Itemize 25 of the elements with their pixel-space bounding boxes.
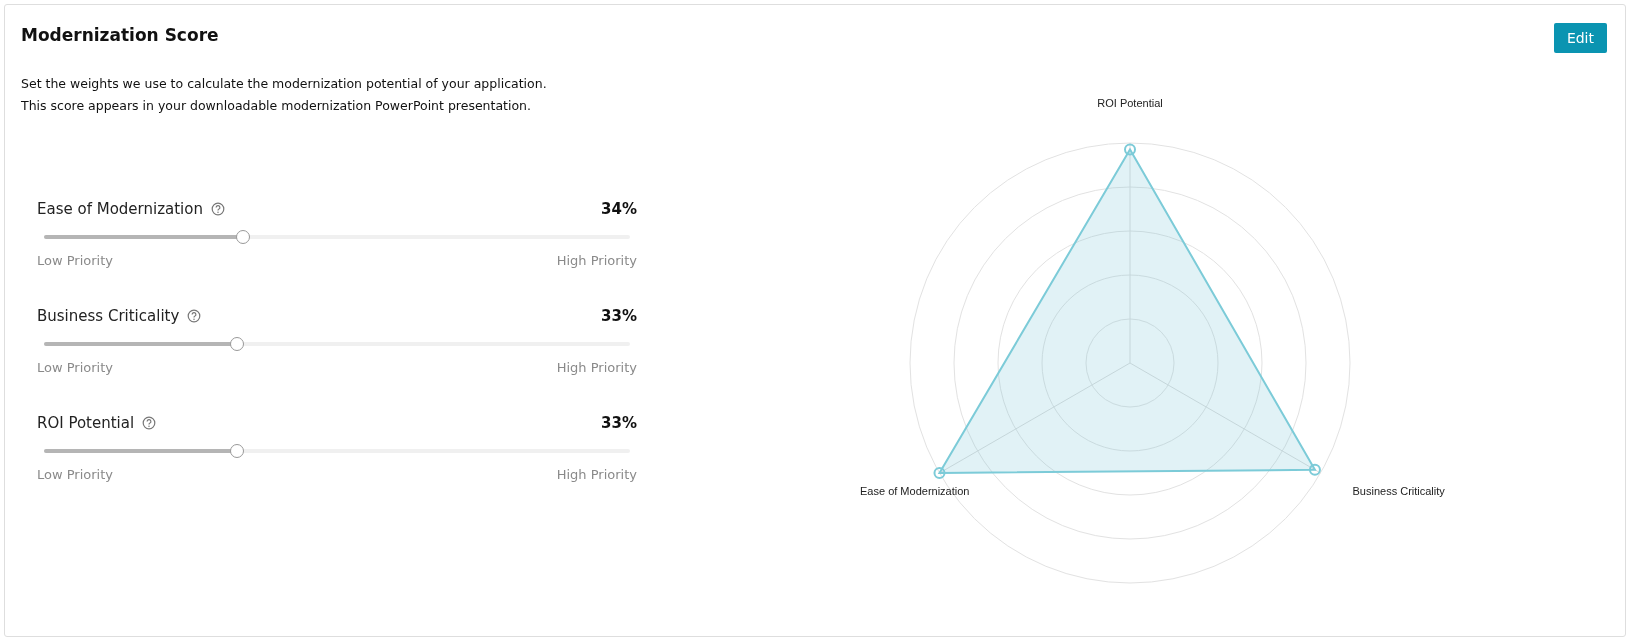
slider-thumb[interactable] [230, 337, 245, 351]
help-icon[interactable] [210, 202, 225, 216]
high-priority-label: High Priority [556, 253, 637, 268]
help-icon[interactable] [142, 416, 157, 430]
low-priority-label: Low Priority [37, 360, 113, 375]
high-priority-label: High Priority [556, 467, 637, 482]
description-text: This score appears in your downloadable modernization PowerPoint presentation. [21, 97, 532, 115]
low-priority-label: Low Priority [37, 467, 113, 482]
radar-axis-label: Ease of Modernization [860, 485, 970, 497]
weight-label: Ease of Modernization [37, 200, 203, 218]
high-priority-label: High Priority [556, 360, 637, 375]
radar-axis-label: ROI Potential [1097, 97, 1163, 109]
weight-percent: 33% [601, 414, 637, 432]
slider-thumb[interactable] [236, 230, 251, 244]
help-icon[interactable] [187, 309, 202, 323]
weight-label: Business Criticality [37, 307, 180, 325]
weight-label: ROI Potential [37, 414, 135, 432]
edit-button[interactable]: Edit [1553, 23, 1607, 53]
slider-thumb[interactable] [230, 444, 245, 458]
card-title: Modernization Score [21, 25, 219, 45]
radar-axis-label: Business Criticality [1352, 485, 1445, 497]
description-text: Set the weights we use to calculate the modernization potential of your application. [21, 75, 548, 93]
weight-percent: 34% [601, 200, 637, 218]
weight-percent: 33% [601, 307, 637, 325]
low-priority-label: Low Priority [37, 253, 113, 268]
